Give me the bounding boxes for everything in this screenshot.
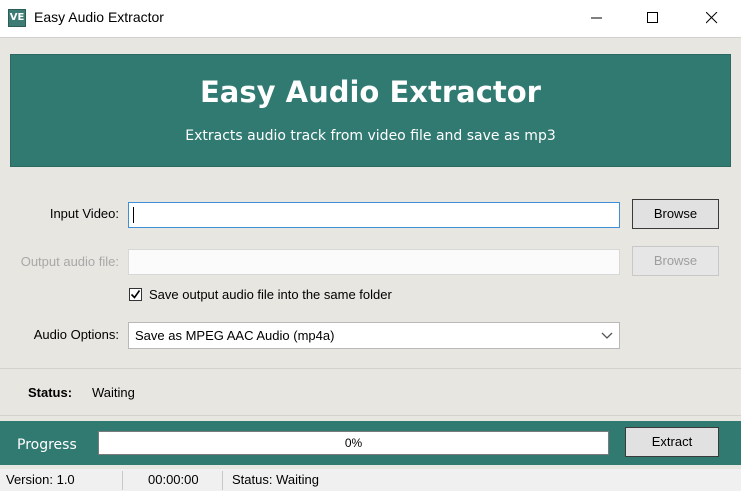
output-audio-label: Output audio file: xyxy=(20,254,119,269)
input-video-field[interactable] xyxy=(128,202,620,228)
status-value: Waiting xyxy=(92,385,135,400)
progress-label: Progress xyxy=(17,437,77,453)
header-subtitle: Extracts audio track from video file and… xyxy=(185,128,556,144)
same-folder-label[interactable]: Save output audio file into the same fol… xyxy=(149,287,392,302)
window-title: Easy Audio Extractor xyxy=(34,9,164,25)
progress-bar: 0% xyxy=(98,431,609,455)
input-browse-button[interactable]: Browse xyxy=(632,199,719,229)
audio-options-select[interactable]: Save as MPEG AAC Audio (mp4a) xyxy=(128,322,620,349)
statusbar-status-text: Status: Waiting xyxy=(232,472,319,487)
status-bar: Version: 1.0 00:00:00 Status: Waiting xyxy=(0,469,741,491)
checkmark-icon xyxy=(130,290,141,299)
progress-percent-text: 0% xyxy=(344,436,363,450)
main-window: Easy Audio Extractor Extracts audio trac… xyxy=(0,37,741,491)
minimize-button[interactable] xyxy=(574,0,620,37)
maximize-button[interactable] xyxy=(630,0,676,37)
title-bar[interactable]: VE Easy Audio Extractor xyxy=(0,0,741,37)
elapsed-time-text: 00:00:00 xyxy=(148,472,199,487)
maximize-icon xyxy=(647,12,658,23)
statusbar-divider xyxy=(222,471,223,490)
header-banner: Easy Audio Extractor Extracts audio trac… xyxy=(10,54,731,167)
chevron-down-icon xyxy=(601,332,613,339)
text-caret xyxy=(133,207,134,223)
audio-options-label: Audio Options: xyxy=(33,327,119,342)
close-button[interactable] xyxy=(689,0,735,37)
minimize-icon xyxy=(591,17,602,19)
output-browse-button[interactable]: Browse xyxy=(632,246,719,276)
progress-panel: Progress 0% Extract xyxy=(0,421,741,465)
status-key-label: Status: xyxy=(28,385,73,400)
audio-options-value: Save as MPEG AAC Audio (mp4a) xyxy=(135,328,335,343)
version-text: Version: 1.0 xyxy=(6,472,75,487)
same-folder-checkbox[interactable] xyxy=(129,288,142,301)
close-icon xyxy=(706,12,718,24)
statusbar-divider xyxy=(122,471,123,490)
input-video-label: Input Video: xyxy=(49,206,119,221)
output-audio-field[interactable] xyxy=(128,249,620,275)
status-panel: Status: Waiting xyxy=(0,368,741,416)
extract-button[interactable]: Extract xyxy=(625,427,719,457)
header-title: Easy Audio Extractor xyxy=(200,75,541,109)
app-logo-icon: VE xyxy=(8,9,26,27)
